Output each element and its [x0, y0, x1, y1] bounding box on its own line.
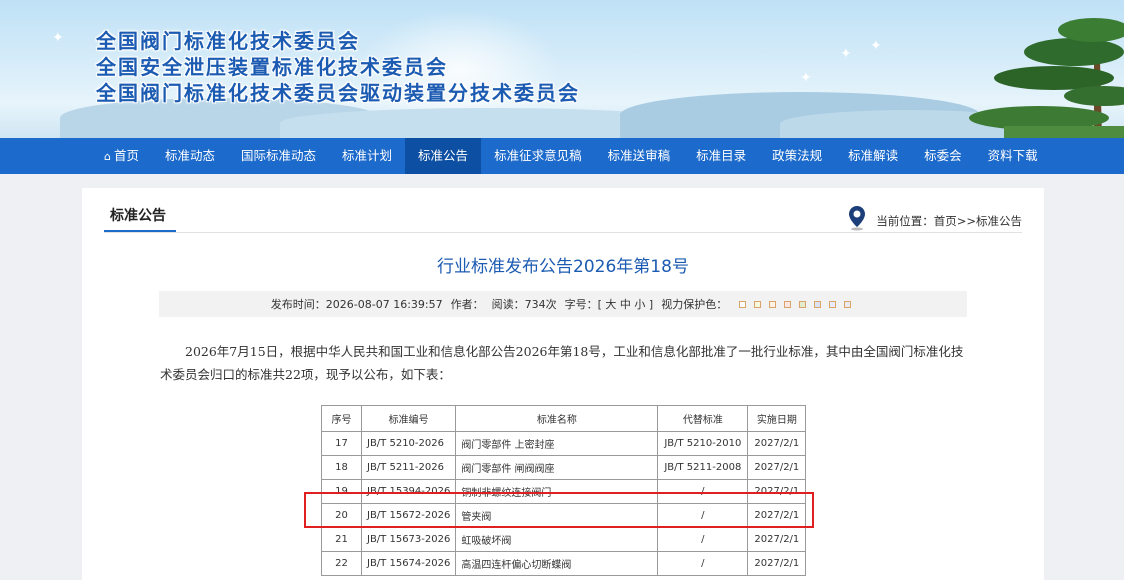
color-swatch[interactable]	[739, 301, 747, 308]
bird-icon: ✦	[800, 70, 812, 86]
nav-item[interactable]: 标准解读	[835, 138, 911, 174]
nav-item[interactable]: ⌂ 首页	[91, 138, 152, 174]
standard-name-cell: 阀门零部件 闸阀阀座	[455, 455, 659, 480]
publish-time: 发布时间：2026-08-07 16:39:57	[270, 298, 443, 311]
nav-item-label: 政策法规	[772, 148, 823, 163]
table-row: 18 JB/T 5211-2026 阀门零部件 闸阀阀座 JB/T 5211-2008…	[321, 455, 807, 480]
standard-code-cell: JB/T 15674-2026	[360, 551, 457, 576]
nav-item[interactable]: 标准送审稿	[595, 138, 684, 174]
table-row: 22 JB/T 15674-2026 高温四连杆偏心切断蝶阀/2027/2/1	[321, 551, 807, 576]
header-banner: ✦ ✦ ✦ ✦ 全国阀门标准化技术委员会 全国安全泄压装置标准化技术委员会 全国…	[0, 0, 1124, 138]
column-header: 标准编号	[360, 405, 457, 432]
nav-item[interactable]: 标准计划	[329, 138, 405, 174]
nav-item-label: 标准征求意见稿	[494, 148, 582, 163]
color-swatch[interactable]	[844, 301, 852, 308]
column-header: 代替标准	[657, 405, 749, 432]
standard-code-cell: JB/T 5210-2026	[360, 431, 457, 456]
table-row: 21 JB/T 15673-2026 虹吸破坏阀/2027/2/1	[321, 527, 807, 552]
standard-code-cell: JB/T 15673-2026	[360, 527, 457, 552]
replaced-standard-cell: JB/T 5210-2010	[657, 431, 749, 456]
replaced-standard-cell: /	[657, 527, 749, 552]
nav-item-label: 标准送审稿	[607, 148, 671, 163]
row-number-cell: 22	[321, 551, 362, 576]
color-swatch[interactable]	[829, 301, 837, 308]
site-title-3: 全国阀门标准化技术委员会驱动装置分技术委员会	[96, 81, 580, 105]
standard-name-cell: 阀门零部件 上密封座	[455, 431, 659, 456]
color-swatch[interactable]	[814, 301, 822, 308]
main-nav: ⌂ 首页 标准动态 国际标准动态 标准计划 标准公告 标准征求意见稿 标准送审稿 标准目录 政策法…	[0, 138, 1124, 174]
nav-list: ⌂ 首页 标准动态 国际标准动态 标准计划 标准公告 标准征求意见稿 标准送审稿 标准目录 政策法…	[91, 138, 1051, 174]
column-header: 序号	[321, 405, 362, 432]
effective-date-cell: 2027/2/1	[747, 455, 807, 480]
bird-icon: ✦	[870, 38, 882, 54]
standard-name-cell: 高温四连杆偏心切断蝶阀	[455, 551, 659, 576]
color-swatch[interactable]	[754, 301, 762, 308]
nav-item[interactable]: 国际标准动态	[228, 138, 329, 174]
site-title-1: 全国阀门标准化技术委员会	[96, 29, 360, 53]
column-header: 标准名称	[455, 405, 659, 432]
nav-item[interactable]: 标准动态	[152, 138, 228, 174]
color-swatch[interactable]	[799, 301, 807, 308]
eye-care-swatches	[735, 298, 855, 311]
table-header-row: 序号 标准编号 标准名称 代替标准 实施日期	[321, 405, 807, 432]
row-number-cell: 21	[321, 527, 362, 552]
home-icon: ⌂	[104, 150, 111, 163]
standard-name-cell: 虹吸破坏阀	[455, 527, 659, 552]
standard-code-cell: JB/T 5211-2026	[360, 455, 457, 480]
font-size-switcher[interactable]: 字号：[ 大 中 小 ]	[565, 296, 654, 312]
color-swatch[interactable]	[784, 301, 792, 308]
nav-item-label: 标准计划	[342, 148, 393, 163]
nav-item-label: 标准解读	[848, 148, 899, 163]
content-panel: 标准公告 当前位置：首页>>标准公告 行业标准发布公告2026年第18号 发布时…	[82, 188, 1044, 580]
location-pin-icon	[848, 205, 866, 231]
nav-item[interactable]: 标准征求意见稿	[481, 138, 595, 174]
article-meta: 发布时间：2026-08-07 16:39:57 作者： 阅读：734次 字号：…	[159, 291, 967, 317]
bird-icon: ✦	[52, 30, 64, 46]
article-intro: 2026年7月15日，根据中华人民共和国工业和信息化部公告2026年第18号，工…	[160, 344, 964, 382]
nav-item-label: 国际标准动态	[241, 148, 317, 163]
author-label: 作者：	[450, 298, 484, 311]
nav-item-label: 标准目录	[696, 148, 747, 163]
nav-item-label: 标委会	[924, 148, 962, 163]
nav-item[interactable]: 标准公告	[405, 138, 482, 174]
nav-item-label: 标准公告	[418, 148, 469, 163]
breadcrumb: 当前位置：首页>>标准公告	[848, 205, 1022, 234]
nav-item[interactable]: 资料下载	[975, 138, 1051, 174]
effective-date-cell: 2027/2/1	[747, 551, 807, 576]
pine-tree-image	[969, 18, 1124, 138]
breadcrumb-text[interactable]: 当前位置：首页>>标准公告	[876, 213, 1022, 229]
article-title: 行业标准发布公告2026年第18号	[437, 257, 689, 277]
nav-item-label: 标准动态	[165, 148, 216, 163]
eye-care-label: 视力保护色：	[661, 298, 728, 311]
nav-item-label: 首页	[113, 148, 139, 163]
bird-icon: ✦	[840, 46, 852, 62]
row-number-cell: 18	[321, 455, 362, 480]
replaced-standard-cell: JB/T 5211-2008	[657, 455, 749, 480]
section-title: 标准公告	[110, 208, 166, 224]
effective-date-cell: 2027/2/1	[747, 527, 807, 552]
site-title-2: 全国安全泄压装置标准化技术委员会	[96, 55, 448, 79]
row-number-cell: 17	[321, 431, 362, 456]
nav-item[interactable]: 政策法规	[759, 138, 835, 174]
effective-date-cell: 2027/2/1	[747, 431, 807, 456]
nav-item[interactable]: 标准目录	[683, 138, 759, 174]
standards-table: 序号 标准编号 标准名称 代替标准 实施日期 17 JB/T 5210-2026 阀…	[321, 405, 807, 576]
read-count: 阅读：734次	[491, 298, 557, 311]
highlight-box	[304, 492, 814, 528]
site-titles: 全国阀门标准化技术委员会 全国安全泄压装置标准化技术委员会 全国阀门标准化技术委…	[96, 28, 580, 106]
replaced-standard-cell: /	[657, 551, 749, 576]
nav-item[interactable]: 标委会	[911, 138, 975, 174]
table-row: 17 JB/T 5210-2026 阀门零部件 上密封座 JB/T 5210-2010…	[321, 431, 807, 456]
nav-item-label: 资料下载	[987, 148, 1038, 163]
column-header: 实施日期	[747, 405, 807, 432]
color-swatch[interactable]	[769, 301, 777, 308]
